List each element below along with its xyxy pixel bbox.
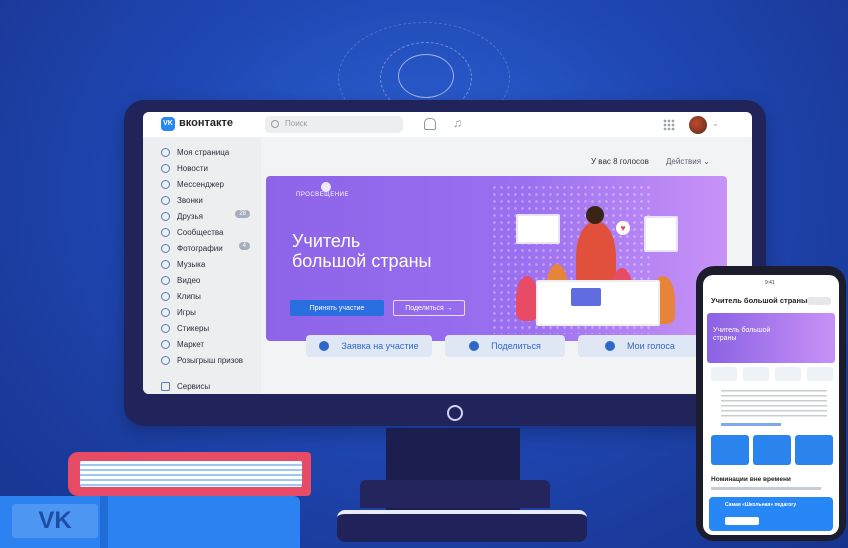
phone-action-icon[interactable] xyxy=(711,367,737,381)
sidebar-item-friends[interactable]: Друзья 28 xyxy=(161,209,256,223)
sidebar-item-prizes[interactable]: Розыгрыш призов xyxy=(161,353,243,367)
phone-tile[interactable] xyxy=(711,435,749,465)
sidebar-item-games[interactable]: Игры xyxy=(161,305,196,319)
promo-banner: ПРОСВЕЩЕНИЕ Учитель большой страны Приня… xyxy=(266,176,727,341)
join-button[interactable]: Принять участие xyxy=(290,300,384,316)
votes-counter: У вас 8 голосов xyxy=(591,157,649,166)
power-button[interactable] xyxy=(447,405,463,421)
phone-screen: 9:41 Учитель большой страны Учитель боль… xyxy=(703,275,839,535)
heart-bubble-icon: ♥ xyxy=(616,221,630,235)
prosveshchenie-logo-icon xyxy=(321,182,331,192)
music-icon xyxy=(161,259,170,269)
sidebar-item-messenger[interactable]: Мессенджер xyxy=(161,177,224,191)
friends-badge: 28 xyxy=(235,210,250,218)
phone-nomination-card[interactable]: Самая «Школьная» педагогу xyxy=(709,497,833,531)
illustration-card xyxy=(516,214,560,244)
phone-tile[interactable] xyxy=(753,435,791,465)
services-icon xyxy=(161,381,170,391)
sidebar-item-services[interactable]: Сервисы xyxy=(161,379,210,393)
phone-status-time: 9:41 xyxy=(765,280,775,286)
phone-action-icon[interactable] xyxy=(743,367,769,381)
market-icon xyxy=(161,339,170,349)
phone-action-icon[interactable] xyxy=(807,367,833,381)
illustration-card xyxy=(644,216,678,252)
photo-icon xyxy=(161,243,170,253)
search-input[interactable]: Поиск xyxy=(265,116,403,133)
phone-text-block xyxy=(721,390,827,420)
phone-subtext xyxy=(711,487,821,490)
monitor-base xyxy=(337,510,587,542)
avatar[interactable] xyxy=(689,116,707,134)
sidebar: Моя страница Новости Мессенджер Звонки Д… xyxy=(143,137,261,394)
clips-icon xyxy=(161,291,170,301)
games-icon xyxy=(161,307,170,317)
actions-dropdown[interactable]: Действия ⌄ xyxy=(666,157,710,166)
book-red xyxy=(68,452,311,496)
sidebar-item-my-page[interactable]: Моя страница xyxy=(161,145,229,159)
share-button[interactable]: Поделиться xyxy=(445,335,565,357)
groups-icon xyxy=(161,227,170,237)
phone-action-icon[interactable] xyxy=(775,367,801,381)
laptop-icon xyxy=(571,288,601,306)
chevron-down-icon[interactable]: ⌄ xyxy=(712,119,719,128)
news-icon xyxy=(161,163,170,173)
prize-icon xyxy=(161,355,170,365)
phone-banner-title: Учитель большой страны xyxy=(713,327,771,342)
plus-icon xyxy=(319,341,330,351)
phone-card-button[interactable] xyxy=(725,517,759,525)
search-icon xyxy=(271,120,279,128)
phone-nominations-heading: Номинации вне времени xyxy=(711,476,791,483)
share-icon xyxy=(469,341,480,351)
sidebar-item-clips[interactable]: Клипы xyxy=(161,289,201,303)
message-icon xyxy=(161,179,170,189)
phone-title: Учитель большой страны xyxy=(711,296,808,305)
phone-tile[interactable] xyxy=(795,435,833,465)
phone-action-row xyxy=(709,367,833,383)
sidebar-item-video[interactable]: Видео xyxy=(161,273,200,287)
child-figure xyxy=(516,276,538,321)
sidebar-item-calls[interactable]: Звонки xyxy=(161,193,203,207)
vk-logo[interactable]: VK xyxy=(161,117,175,131)
user-icon xyxy=(161,147,170,157)
vk-book-logo: VK xyxy=(12,504,98,538)
phone-menu-button[interactable] xyxy=(807,297,831,305)
monitor-stand xyxy=(360,480,550,508)
share-banner-button[interactable]: Поделиться → xyxy=(393,300,465,316)
friends-icon xyxy=(161,211,170,221)
book-pages xyxy=(80,461,302,487)
phone-card-text: Самая «Школьная» педагогу xyxy=(725,502,797,508)
bell-icon[interactable] xyxy=(424,118,436,130)
sidebar-item-photos[interactable]: Фотографии 4 xyxy=(161,241,256,255)
book-spine xyxy=(100,496,108,548)
teacher-head xyxy=(586,206,604,224)
browser-screen: VK вконтакте Поиск ♫ ⌄ Моя страница Ново… xyxy=(143,112,752,394)
my-votes-button[interactable]: Мои голоса xyxy=(578,335,702,357)
org-name: ПРОСВЕЩЕНИЕ xyxy=(296,192,349,198)
sticker-icon xyxy=(161,323,170,333)
main-content: У вас 8 голосов Действия ⌄ ПРОСВЕЩЕНИЕ У… xyxy=(261,137,752,394)
music-note-icon[interactable]: ♫ xyxy=(453,116,462,130)
video-icon xyxy=(161,275,170,285)
photos-badge: 4 xyxy=(238,242,250,250)
sidebar-item-communities[interactable]: Сообщества xyxy=(161,225,223,239)
heart-icon xyxy=(605,341,616,351)
sidebar-item-stickers[interactable]: Стикеры xyxy=(161,321,209,335)
phone-icon xyxy=(161,195,170,205)
banner-title: Учитель большой страны xyxy=(292,231,432,271)
apps-grid-icon[interactable] xyxy=(663,119,675,131)
sidebar-item-news[interactable]: Новости xyxy=(161,161,208,175)
phone-banner: Учитель большой страны xyxy=(707,313,835,363)
sidebar-item-market[interactable]: Маркет xyxy=(161,337,204,351)
apply-button[interactable]: Заявка на участие xyxy=(306,335,432,357)
brand-name[interactable]: вконтакте xyxy=(179,117,233,129)
top-bar: VK вконтакте Поиск ♫ ⌄ xyxy=(143,112,752,138)
search-placeholder: Поиск xyxy=(285,119,308,128)
sidebar-item-music[interactable]: Музыка xyxy=(161,257,205,271)
phone-link[interactable] xyxy=(721,423,781,426)
